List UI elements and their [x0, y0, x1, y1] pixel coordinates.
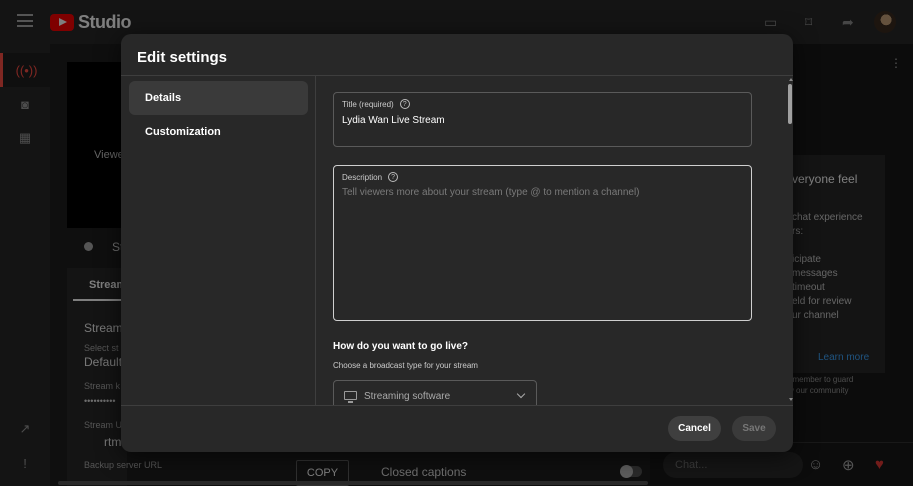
chevron-down-icon — [516, 389, 526, 399]
description-input[interactable]: Tell viewers more about your stream (typ… — [342, 187, 640, 198]
description-label-text: Description — [342, 172, 383, 182]
scrollbar-thumb[interactable] — [788, 84, 792, 124]
title-field[interactable]: Title (required) ? Lydia Wan Live Stream — [333, 92, 752, 147]
dialog-sidebar: Details Customization — [121, 76, 316, 405]
go-live-heading: How do you want to go live? — [333, 341, 468, 352]
broadcast-type-select[interactable]: Streaming software — [333, 380, 537, 405]
help-icon[interactable]: ? — [388, 172, 399, 182]
dialog-content: Title (required) ? Lydia Wan Live Stream… — [317, 76, 793, 405]
help-icon[interactable]: ? — [399, 99, 410, 109]
nav-item-customization[interactable]: Customization — [129, 115, 308, 149]
description-field[interactable]: Description ? Tell viewers more about yo… — [333, 165, 752, 321]
broadcast-type-value: Streaming software — [364, 391, 451, 402]
title-label-text: Title (required) — [342, 99, 394, 109]
cancel-button[interactable]: Cancel — [668, 416, 721, 441]
description-field-label: Description ? — [342, 172, 399, 182]
nav-item-details[interactable]: Details — [129, 81, 308, 115]
divider — [121, 405, 793, 406]
scroll-up-arrow[interactable] — [789, 78, 793, 81]
dialog-title: Edit settings — [137, 49, 228, 66]
vertical-scrollbar[interactable] — [785, 76, 791, 405]
monitor-icon — [344, 391, 357, 403]
go-live-subheading: Choose a broadcast type for your stream — [333, 361, 478, 370]
scroll-down-arrow[interactable] — [789, 398, 793, 401]
title-input[interactable]: Lydia Wan Live Stream — [342, 115, 445, 126]
save-button[interactable]: Save — [732, 416, 776, 441]
edit-settings-dialog: Edit settings Details Customization Titl… — [121, 34, 793, 452]
title-field-label: Title (required) ? — [342, 99, 410, 109]
